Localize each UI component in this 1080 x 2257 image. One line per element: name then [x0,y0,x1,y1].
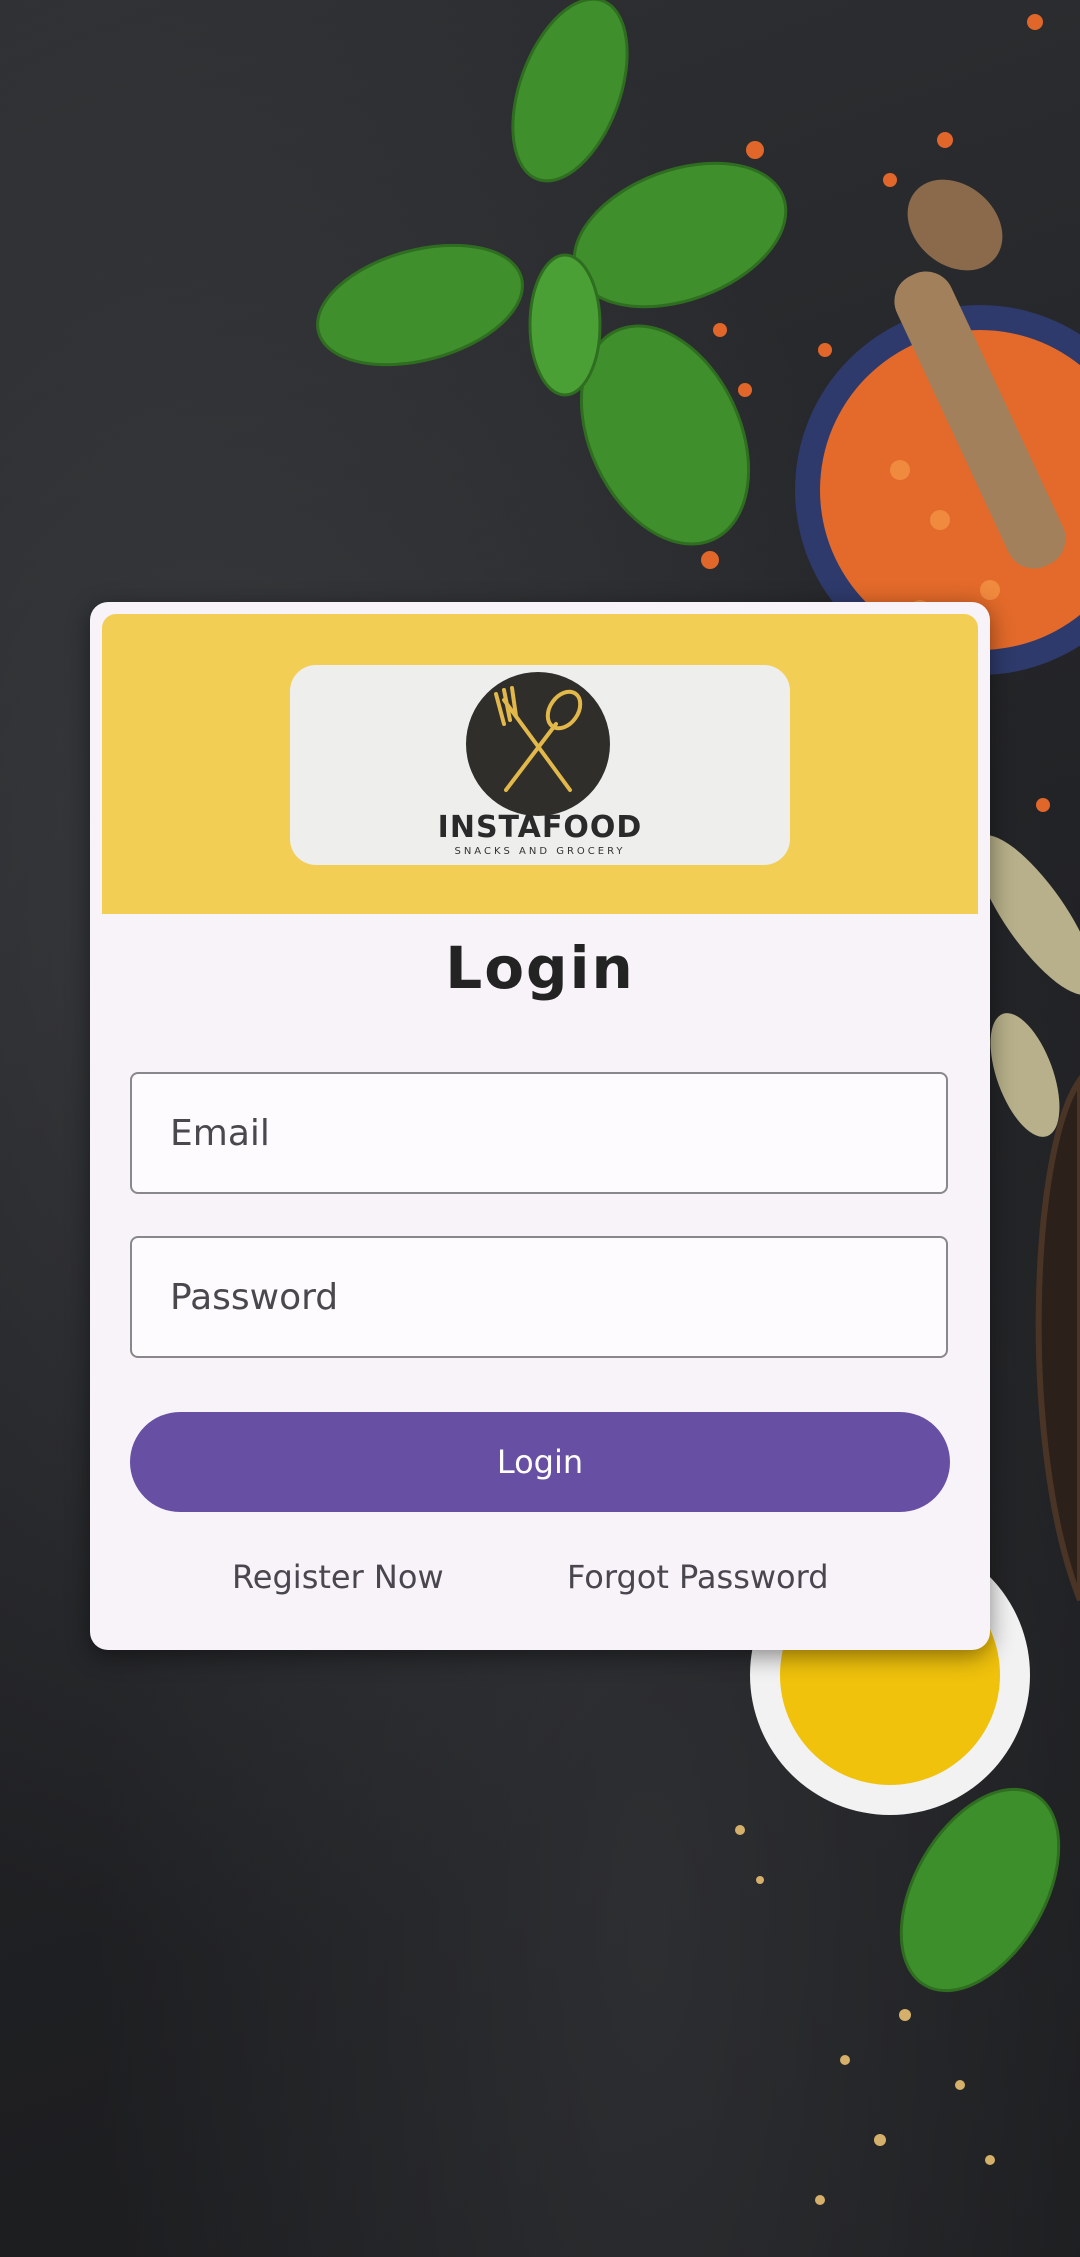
password-field-container[interactable] [130,1236,948,1358]
password-input[interactable] [132,1238,946,1356]
email-input[interactable] [132,1074,946,1192]
basil-leaves-top [316,0,788,546]
email-field-container[interactable] [130,1072,948,1194]
login-button[interactable]: Login [130,1412,950,1512]
brand-tagline: SNACKS AND GROCERY [454,846,626,857]
forgot-password-link[interactable]: Forgot Password [567,1558,829,1596]
fork-spoon-icon [466,672,610,816]
page-title: Login [445,934,635,1002]
register-link[interactable]: Register Now [232,1558,444,1596]
brand-name: INSTAFOOD [437,810,643,845]
